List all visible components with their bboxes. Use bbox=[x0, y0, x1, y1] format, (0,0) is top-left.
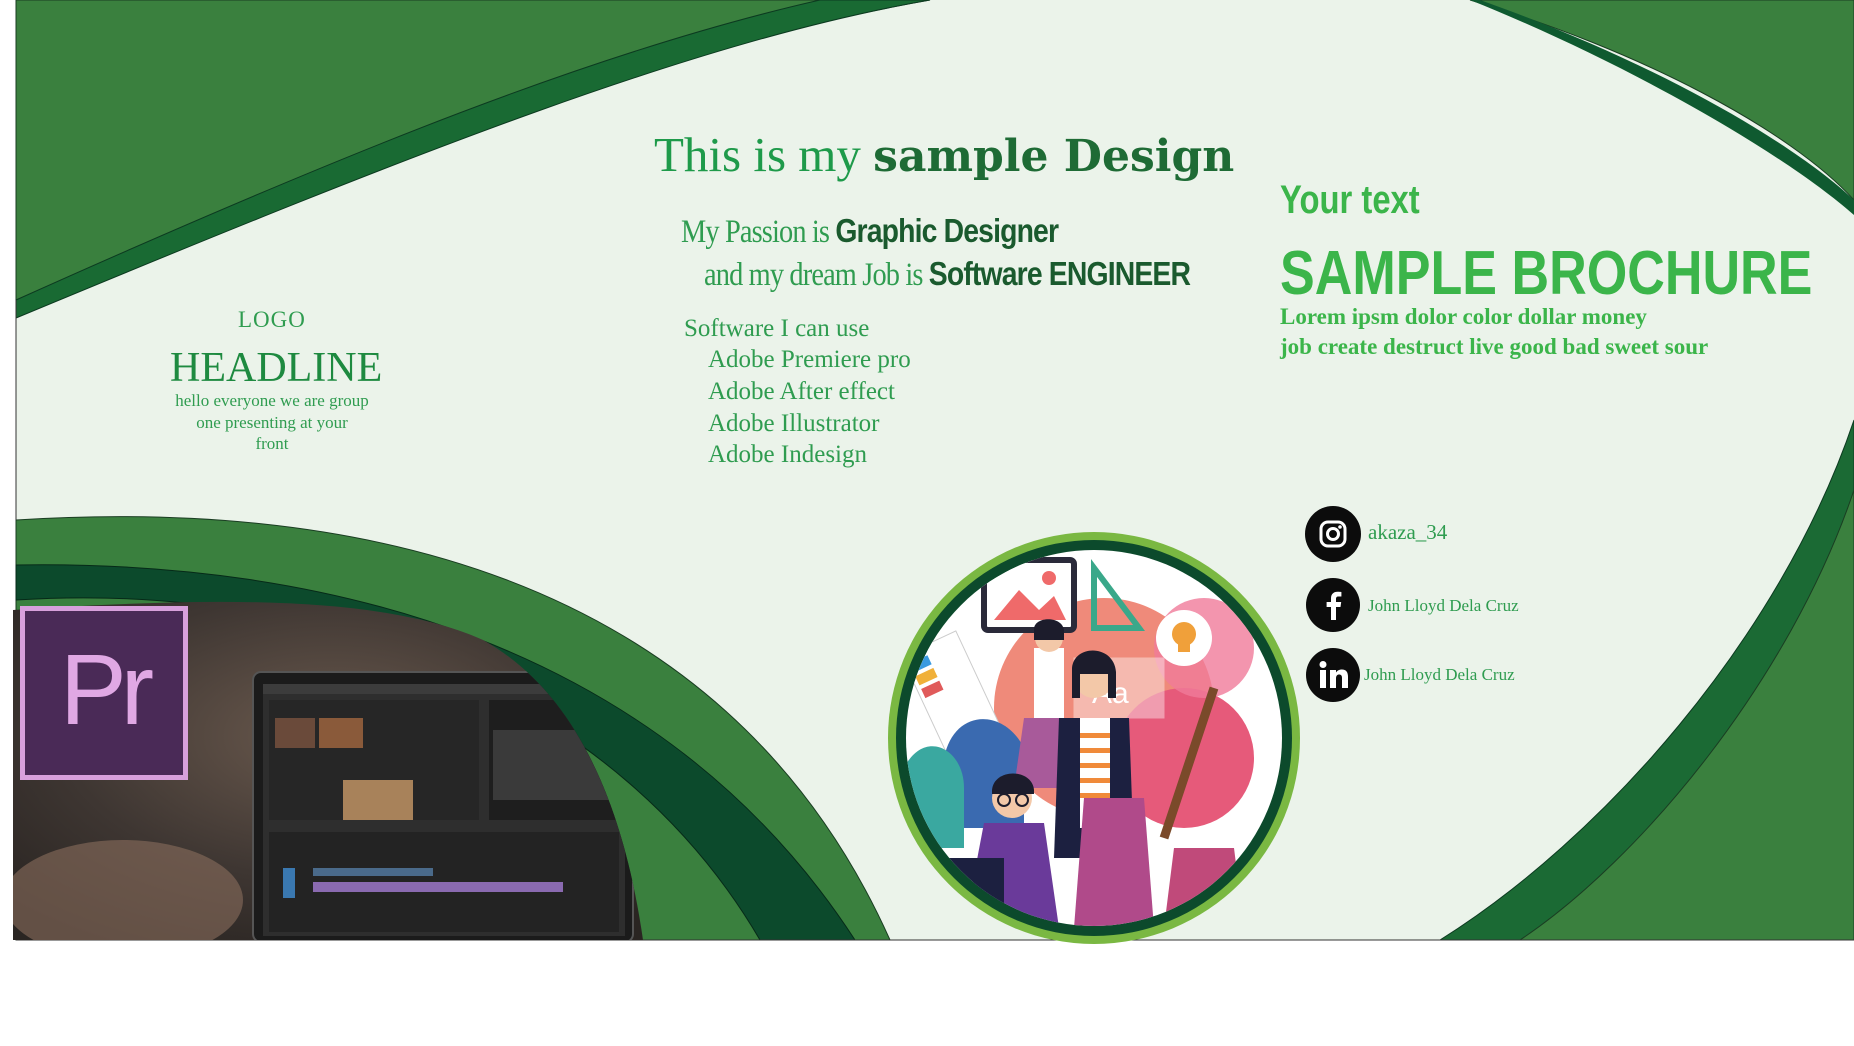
software-item: Adobe Premiere pro bbox=[708, 346, 911, 373]
headline: HEADLINE bbox=[170, 345, 383, 391]
headline-body: hello everyone we are group one presenti… bbox=[160, 390, 384, 455]
facebook-icon[interactable] bbox=[1306, 578, 1360, 632]
instagram-handle[interactable]: akaza_34 bbox=[1368, 520, 1447, 545]
instagram-icon[interactable] bbox=[1305, 506, 1361, 562]
title-light: This is my bbox=[654, 127, 874, 182]
passion-line-2-bold: Software ENGINEER bbox=[928, 255, 1191, 292]
passion-line-2: and my dream Job is Software ENGINEER bbox=[704, 255, 1191, 294]
premiere-pro-logo: Pr bbox=[20, 606, 188, 780]
logo-placeholder: LOGO bbox=[238, 307, 306, 332]
software-item: Adobe After effect bbox=[708, 378, 895, 405]
your-text-heading: Your text bbox=[1280, 178, 1420, 222]
passion-line-1: My Passion is Graphic Designer bbox=[681, 212, 1059, 251]
instagram-glyph bbox=[1319, 520, 1347, 548]
title-bold: sample Design bbox=[873, 131, 1235, 182]
software-heading: Software I can use bbox=[684, 315, 870, 342]
lorem-line: Lorem ipsm dolor color dollar money bbox=[1280, 304, 1647, 329]
software-item: Adobe Illustrator bbox=[708, 410, 880, 437]
linkedin-name[interactable]: John Lloyd Dela Cruz bbox=[1364, 665, 1515, 685]
brochure-heading: SAMPLE BROCHURE bbox=[1280, 239, 1813, 308]
facebook-glyph bbox=[1326, 591, 1342, 620]
passion-line-1-light: My Passion is bbox=[681, 214, 836, 250]
illustration-circle: Aa bbox=[888, 532, 1300, 944]
page-title: This is my sample Design bbox=[654, 126, 1234, 183]
premiere-pro-logo-text: Pr bbox=[60, 633, 154, 746]
facebook-name[interactable]: John Lloyd Dela Cruz bbox=[1368, 596, 1519, 616]
linkedin-glyph bbox=[1319, 661, 1348, 688]
passion-line-1-bold: Graphic Designer bbox=[835, 212, 1059, 249]
headline-body-line: one presenting at your bbox=[196, 412, 348, 432]
software-item: Adobe Indesign bbox=[708, 441, 867, 468]
linkedin-icon[interactable] bbox=[1306, 648, 1360, 702]
lorem-line: job create destruct live good bad sweet … bbox=[1280, 334, 1709, 359]
headline-body-line: front bbox=[255, 434, 289, 453]
passion-line-2-light: and my dream Job is bbox=[704, 257, 929, 293]
headline-body-line: hello everyone we are group bbox=[175, 391, 369, 410]
